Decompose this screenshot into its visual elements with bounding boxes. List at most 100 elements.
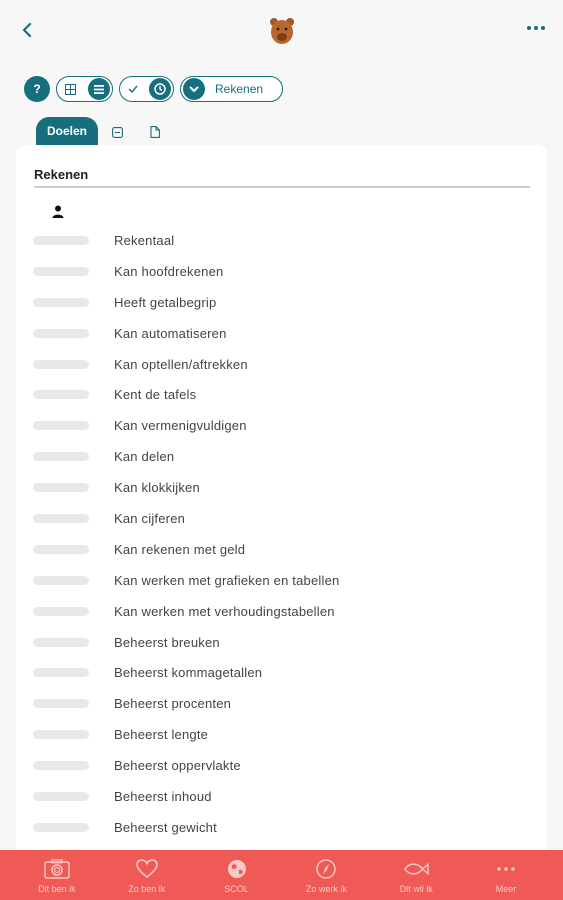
tab-bar: Doelen [36,117,174,145]
check-icon [128,85,138,93]
goal-label: Kan optellen/aftrekken [114,356,248,372]
tab-goals[interactable]: Doelen [36,117,98,145]
goal-progress-bar [33,359,89,369]
toolbar: ? Rekenen [24,76,283,102]
subject-select[interactable]: Rekenen [180,76,283,102]
goal-row[interactable]: Beheerst procenten [32,688,532,719]
goal-row[interactable]: Kan optellen/aftrekken [32,349,532,380]
goal-progress-bar [33,513,89,523]
subject-label: Rekenen [215,82,264,96]
grid-icon [64,83,76,95]
goal-progress-bar [33,544,89,554]
goal-row[interactable]: Kan delen [32,441,532,472]
goal-label: Kan cijferen [114,510,186,526]
nav-item-zo-werk-ik[interactable]: Zo werk ik [291,850,361,900]
nav-item-scol[interactable]: SCOL [202,850,272,900]
divider [34,186,530,188]
globe-icon [224,857,250,881]
goal-label: Kan rekenen met geld [114,541,246,557]
goal-row[interactable]: Beheerst lengte [32,719,532,750]
goal-progress-bar [33,483,89,493]
goal-label: Kan klokkijken [114,480,200,496]
goal-progress-bar [33,637,89,647]
chevron-down-icon [189,85,199,92]
goal-row[interactable]: Kan hoofdrekenen [32,256,532,287]
goal-progress-bar [33,822,89,832]
goal-progress-bar [33,606,89,616]
nav-item-dit-wil-ik[interactable]: Dit wil ik [381,850,451,900]
goal-row[interactable]: Beheerst oppervlakte [32,750,532,781]
goal-label: Beheerst inhoud [114,788,212,804]
chevron-left-icon [22,23,32,37]
heart-icon [134,857,160,881]
goal-row[interactable]: Kan rekenen met geld [32,534,532,565]
goal-label: Kan vermenigvuldigen [114,418,247,434]
goal-label: Beheerst breuken [114,634,220,650]
tab-summary[interactable] [98,119,136,145]
completed-filter-button[interactable] [122,78,144,100]
goal-label: Kan delen [114,449,175,465]
goal-progress-bar [33,452,89,462]
goal-progress-bar [33,699,89,709]
goal-row[interactable]: Beheerst gewicht [32,812,532,843]
goal-row[interactable]: Rekentaal [32,225,532,256]
goal-row[interactable]: Kan werken met grafieken en tabellen [32,565,532,596]
goal-label: Beheerst kommagetallen [114,665,263,681]
list-view-button[interactable] [88,78,110,100]
goal-list: Rekentaal Kan hoofdrekenen Heeft getalbegr… [32,225,532,843]
goal-progress-bar [33,235,89,245]
goal-progress-bar [33,668,89,678]
goal-label: Kan hoofdrekenen [114,263,224,279]
goal-progress-bar [33,421,89,431]
goal-label: Rekentaal [114,232,175,248]
in-progress-filter-button[interactable] [149,78,171,100]
goal-progress-bar [33,791,89,801]
goal-row[interactable]: Kan werken met verhoudingstabellen [32,596,532,627]
fish-icon [403,857,429,881]
goal-row[interactable]: Kan klokkijken [32,472,532,503]
more-horizontal-icon [527,26,545,30]
goal-row[interactable]: Beheerst breuken [32,627,532,658]
grid-view-button[interactable] [59,78,81,100]
help-button[interactable]: ? [24,76,50,102]
bear-logo-icon [268,16,296,46]
goal-label: Kent de tafels [114,387,197,403]
card-title: Rekenen [34,167,89,182]
nav-label: SCOL [224,883,249,894]
nav-item-dit-ben-ik[interactable]: Dit ben ik [22,850,92,900]
goal-label: Heeft getalbegrip [114,294,217,310]
view-toggle [56,76,113,102]
list-icon [94,84,104,94]
goal-label: Kan werken met verhoudingstabellen [114,603,335,619]
person-icon [52,205,64,219]
goal-row[interactable]: Beheerst kommagetallen [32,657,532,688]
goal-label: Beheerst gewicht [114,819,217,835]
goal-row[interactable]: Kan cijferen [32,503,532,534]
goal-progress-bar [33,575,89,585]
goal-progress-bar [33,761,89,771]
more-horizontal-icon [493,857,519,881]
goal-progress-bar [33,328,89,338]
goal-row[interactable]: Kent de tafels [32,379,532,410]
nav-item-meer[interactable]: Meer [471,850,541,900]
back-button[interactable] [16,17,38,43]
top-bar [0,0,563,62]
goal-row[interactable]: Kan vermenigvuldigen [32,410,532,441]
goal-row[interactable]: Heeft getalbegrip [32,287,532,318]
goal-progress-bar [33,390,89,400]
tab-documents[interactable] [136,119,174,145]
nav-label: Meer [495,883,517,894]
nav-item-zo-ben-ik[interactable]: Zo ben ik [112,850,182,900]
filter-toggle [119,76,174,102]
goal-progress-bar [33,730,89,740]
subject-dropdown-button[interactable] [183,78,205,100]
goal-progress-bar [33,266,89,276]
more-button[interactable] [523,17,549,39]
goal-label: Beheerst oppervlakte [114,758,241,774]
goal-row[interactable]: Beheerst inhoud [32,781,532,812]
goal-row[interactable]: Kan automatiseren [32,318,532,349]
compass-icon [313,857,339,881]
bottom-navigation: Dit ben ik Zo ben ik SCOL Zo werk ik Dit wil… [0,850,563,900]
minus-square-icon [111,126,123,138]
goals-card: Rekenen Rekentaal Kan hoofdrekenen Heeft g… [16,145,547,855]
